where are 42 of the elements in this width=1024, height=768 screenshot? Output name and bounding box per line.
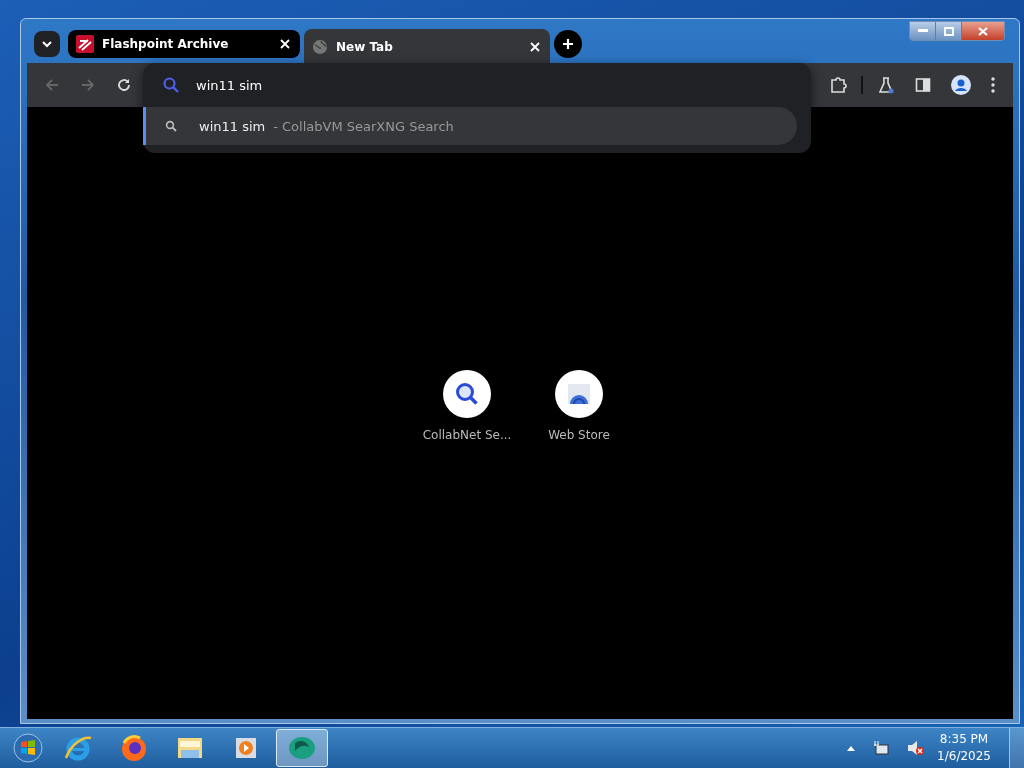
clock-date: 1/6/2025 <box>937 748 991 765</box>
shortcut-tile[interactable]: CollabNet Se... <box>423 370 511 442</box>
maximize-icon <box>943 26 954 36</box>
minimize-icon <box>917 29 928 33</box>
clock-time: 8:35 PM <box>939 731 989 748</box>
plus-icon <box>562 38 574 50</box>
magnifier-icon <box>454 381 480 407</box>
clock[interactable]: 8:35 PM 1/6/2025 <box>937 731 991 765</box>
browser-tab[interactable]: Flashpoint Archive <box>68 30 300 58</box>
chevron-down-icon <box>41 40 53 48</box>
e-logo-icon <box>63 733 93 763</box>
close-icon[interactable] <box>530 42 540 52</box>
shortcut-label: Web Store <box>548 428 610 442</box>
new-tab-button[interactable] <box>554 30 582 58</box>
menu-icon[interactable] <box>991 77 995 93</box>
speaker-muted-icon[interactable] <box>907 740 926 756</box>
puzzle-icon[interactable] <box>829 76 847 94</box>
taskbar-app[interactable] <box>276 729 328 767</box>
globe-icon <box>312 39 328 55</box>
suggestion-item[interactable]: win11 sim - CollabVM SearXNG Search <box>143 107 797 145</box>
show-desktop-button[interactable] <box>1009 728 1024 768</box>
flask-icon[interactable] <box>877 76 895 94</box>
maximize-button[interactable] <box>936 22 962 40</box>
store-icon <box>566 381 592 407</box>
close-icon[interactable] <box>280 39 290 49</box>
network-icon[interactable] <box>873 740 890 756</box>
flashpoint-icon <box>76 35 94 53</box>
close-button[interactable] <box>962 22 1004 40</box>
tab-search-button[interactable] <box>34 31 60 57</box>
fox-globe-icon <box>119 733 149 763</box>
address-field[interactable]: win11 sim <box>196 77 596 93</box>
reload-icon[interactable] <box>116 77 132 93</box>
side-panel-icon[interactable] <box>915 77 931 93</box>
shortcut-tile[interactable]: Web Store <box>535 370 623 442</box>
shortcut-label: CollabNet Se... <box>422 428 512 442</box>
search-icon <box>165 120 177 132</box>
search-icon <box>162 76 180 94</box>
minimize-button[interactable] <box>910 22 936 40</box>
caret-icon[interactable] <box>847 745 856 751</box>
browser-tab[interactable]: New Tab <box>304 29 550 65</box>
close-icon <box>978 26 988 36</box>
profile-icon[interactable] <box>951 75 971 95</box>
